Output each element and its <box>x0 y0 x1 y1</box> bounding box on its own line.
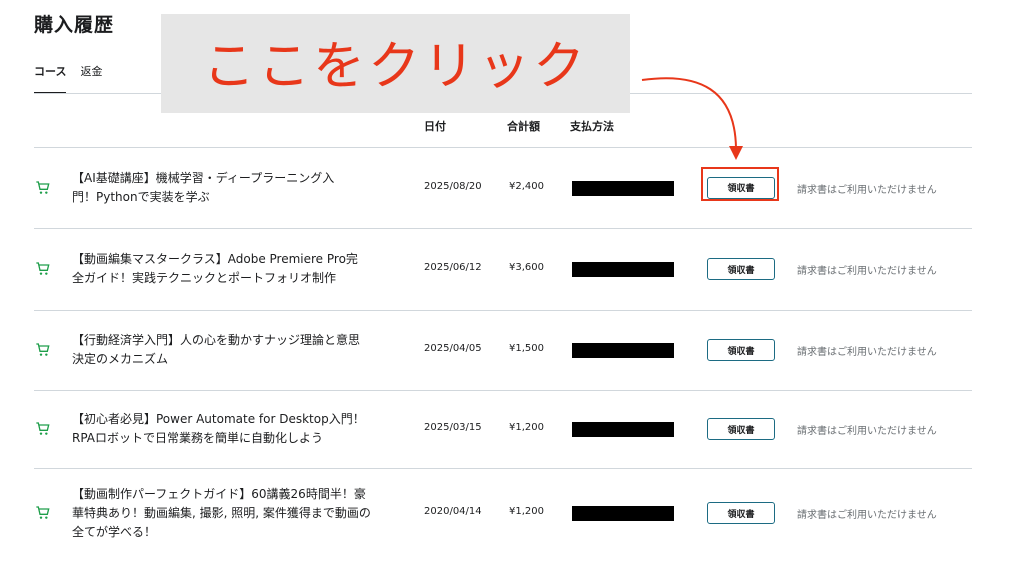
table-row: 【初心者必見】Power Automate for Desktop入門！ RPAロ… <box>34 390 972 468</box>
course-title[interactable]: 【初心者必見】Power Automate for Desktop入門！ RPAロ… <box>72 410 392 448</box>
course-title-line: 全ガイド！実践テクニックとポートフォリオ制作 <box>72 271 337 285</box>
purchase-amount: ¥2,400 <box>509 180 544 192</box>
payment-method-redacted <box>572 422 674 437</box>
course-title-line: 華特典あり！動画編集, 撮影, 照明, 案件獲得まで動画の <box>72 505 371 520</box>
cart-icon <box>34 180 52 196</box>
purchase-amount: ¥1,200 <box>509 506 544 517</box>
cart-icon <box>34 342 52 358</box>
cart-icon <box>34 421 52 437</box>
purchase-amount: ¥1,200 <box>509 422 544 433</box>
invoice-unavailable-note: 請求書はご利用いただけません <box>797 347 937 358</box>
annotation-text: ここをクリック <box>202 37 588 97</box>
receipt-button[interactable]: 領収書 <box>707 418 775 440</box>
invoice-unavailable-note: 請求書はご利用いただけません <box>797 266 937 277</box>
course-title-line: RPAロボットで日常業務を簡単に自動化しよう <box>72 431 324 445</box>
row-divider <box>34 310 972 311</box>
annotation-callout: ここをクリック <box>161 14 630 113</box>
course-title-line: 【AI基礎講座】機械学習・ディープラーニング入 <box>72 170 335 185</box>
invoice-unavailable-note: 請求書はご利用いただけません <box>797 426 937 437</box>
purchase-date: 2025/03/15 <box>424 422 482 433</box>
course-title[interactable]: 【AI基礎講座】機械学習・ディープラーニング入 門！Pythonで実装を学ぶ <box>72 169 392 207</box>
course-title-line: 【初心者必見】Power Automate for Desktop入門！ <box>72 412 365 426</box>
header-payment: 支払方法 <box>570 120 614 133</box>
purchase-amount: ¥1,500 <box>509 343 544 354</box>
invoice-unavailable-note: 請求書はご利用いただけません <box>797 510 937 521</box>
purchase-date: 2025/06/12 <box>424 262 482 273</box>
header-date: 日付 <box>424 120 446 133</box>
annotation-highlight-box <box>701 167 779 201</box>
course-title[interactable]: 【動画制作パーフェクトガイド】60講義26時間半！豪 華特典あり！動画編集, 撮影… <box>72 485 392 542</box>
tab-bar: コース 返金 <box>34 60 116 94</box>
purchase-date: 2025/04/05 <box>424 343 482 354</box>
tab-courses[interactable]: コース <box>34 60 67 94</box>
course-title[interactable]: 【動画編集マスタークラス】Adobe Premiere Pro完 全ガイド！実践テ… <box>72 250 392 288</box>
table-row: 【行動経済学入門】人の心を動かすナッジ理論と意思 決定のメカニズム 2025/04/… <box>34 310 972 390</box>
course-title-line: 【動画編集マスタークラス】Adobe Premiere Pro完 <box>72 252 358 266</box>
course-title[interactable]: 【行動経済学入門】人の心を動かすナッジ理論と意思 決定のメカニズム <box>72 331 392 369</box>
table-row: 【動画制作パーフェクトガイド】60講義26時間半！豪 華特典あり！動画編集, 撮影… <box>34 468 972 558</box>
purchase-amount: ¥3,600 <box>509 262 544 273</box>
header-total: 合計額 <box>507 120 540 133</box>
receipt-button[interactable]: 領収書 <box>707 502 775 524</box>
course-title-line: 門！Pythonで実装を学ぶ <box>72 189 210 204</box>
page-title: 購入履歴 <box>34 14 115 36</box>
cart-icon <box>34 261 52 277</box>
payment-method-redacted <box>572 343 674 358</box>
row-divider <box>34 390 972 391</box>
receipt-button[interactable]: 領収書 <box>707 339 775 361</box>
payment-method-redacted <box>572 180 674 196</box>
course-title-line: 【行動経済学入門】人の心を動かすナッジ理論と意思 <box>72 333 361 347</box>
course-title-line: 決定のメカニズム <box>72 352 169 366</box>
row-divider <box>34 228 972 229</box>
purchase-date: 2020/04/14 <box>424 506 482 517</box>
purchase-date: 2025/08/20 <box>424 180 482 192</box>
receipt-button[interactable]: 領収書 <box>707 258 775 280</box>
tab-refunds[interactable]: 返金 <box>80 60 102 94</box>
payment-method-redacted <box>572 262 674 277</box>
table-row: 【動画編集マスタークラス】Adobe Premiere Pro完 全ガイド！実践テ… <box>34 228 972 310</box>
course-title-line: 全てが学べる！ <box>72 524 157 539</box>
row-divider <box>34 468 972 469</box>
row-divider <box>34 147 972 148</box>
payment-method-redacted <box>572 506 674 521</box>
invoice-unavailable-note: 請求書はご利用いただけません <box>797 184 937 196</box>
course-title-line: 【動画制作パーフェクトガイド】60講義26時間半！豪 <box>72 486 366 501</box>
cart-icon <box>34 505 52 521</box>
table-row: 【AI基礎講座】機械学習・ディープラーニング入 門！Pythonで実装を学ぶ 202… <box>34 147 972 228</box>
